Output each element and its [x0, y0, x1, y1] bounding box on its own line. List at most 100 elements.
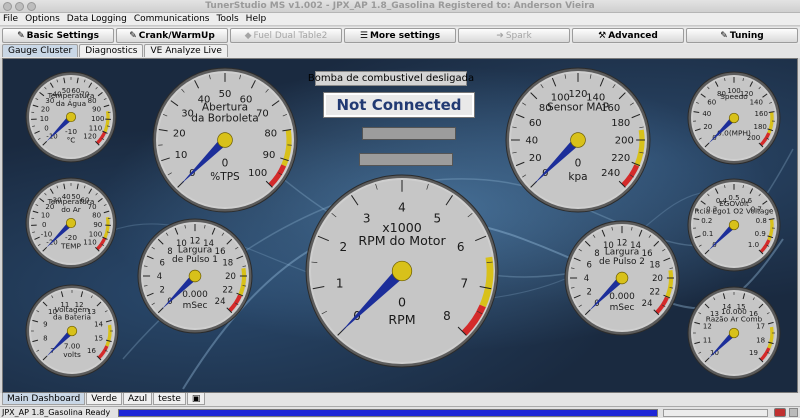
gauge-tick-label: 14: [94, 320, 103, 328]
tab-diagnostics[interactable]: Diagnostics: [79, 44, 144, 57]
gauge-speedometer[interactable]: 020406080100120140160180200Speedo0.0(MPH…: [686, 70, 782, 166]
tab-main-dashboard[interactable]: Main Dashboard: [2, 393, 86, 405]
tuning-label: Tuning: [729, 30, 764, 41]
gauge-tick-label: 24: [642, 299, 653, 309]
gauge-unit: kpa: [568, 171, 587, 183]
gauge-hub: [728, 112, 740, 124]
gauge-tick-label: 8: [43, 335, 47, 343]
progress-fill: [119, 410, 657, 416]
gauge-tick-label: 6: [160, 258, 165, 268]
gauge-title: Sensor MAP: [547, 101, 609, 113]
gauge-title: de Pulso 1: [172, 255, 218, 265]
connection-status: Not Connected: [323, 92, 475, 118]
gauge-tick-label: 10: [41, 211, 50, 219]
spark-label: Spark: [505, 30, 532, 41]
gauge-tick-label: 80: [92, 211, 101, 219]
gauge-tick-label: 4: [157, 272, 162, 282]
gauge-tick-label: 20: [173, 128, 186, 139]
tab-azul[interactable]: Azul: [122, 393, 153, 405]
afr-gauge-svg: 1011121314151617181910.000Razão Ar Comb: [687, 286, 781, 380]
gauge-value-readout: 0.000: [609, 292, 635, 302]
gauge-tick-label: 9: [43, 320, 47, 328]
tab-ve-analyze-live[interactable]: VE Analyze Live: [144, 44, 228, 57]
menu-file[interactable]: File: [3, 14, 18, 24]
gauge-tick-label: 100: [91, 115, 104, 123]
gauge-unit: %TPS: [210, 171, 240, 183]
basic-settings-button[interactable]: ✎ Basic Settings: [2, 28, 114, 43]
progress-bar: [118, 409, 658, 417]
gauge-tick-label: 90: [93, 221, 102, 229]
tab-verde[interactable]: Verde: [86, 393, 122, 405]
advanced-button[interactable]: ⚒ Advanced: [572, 28, 684, 43]
gauge-tick-label: 50: [219, 89, 232, 100]
gauge-tick-label: 100: [89, 230, 102, 238]
menu-help[interactable]: Help: [246, 14, 267, 24]
gauge-tick-label: 11: [703, 337, 712, 345]
tab-gauge-cluster[interactable]: Gauge Cluster: [2, 44, 79, 57]
gauge-tick-label: 10: [40, 115, 49, 123]
fuel-dual-table2-button[interactable]: ◆ Fuel Dual Table2: [230, 28, 342, 43]
air_temp-gauge-svg: -20-100102030405060708090100110Temperatu…: [25, 177, 117, 269]
gauge-tick-label: 2: [160, 286, 165, 296]
gauge-tick-label: 22: [649, 288, 660, 298]
fuel-dual-table2-label: Fuel Dual Table2: [253, 30, 328, 41]
gauge-tick-label: 19: [749, 349, 758, 357]
gauge-title: de Pulso 2: [599, 257, 645, 267]
gauge-unit: mSec: [610, 303, 635, 313]
gauge-throttle[interactable]: 0102030405060708090100Aberturada Borbole…: [151, 66, 299, 214]
crank-warmup-button[interactable]: ✎ Crank/WarmUp: [116, 28, 228, 43]
gauge-title: RPM do Motor: [358, 233, 446, 248]
gauge-rpm[interactable]: 012345678x1000RPM do Motor0RPM: [304, 173, 500, 369]
gauge-cluster-panel: -100102030405060708090100110120Temperatu…: [2, 58, 798, 393]
resize-grip-icon[interactable]: [789, 408, 798, 417]
gauge-tick-label: 60: [529, 118, 542, 129]
gauge-value-readout: 0.000: [182, 290, 208, 300]
gauge-pulse-width-1[interactable]: 024681012141618202224Largurade Pulso 10.…: [136, 217, 254, 335]
gauge-tick-label: 0: [42, 221, 46, 229]
gauge-tick-label: 220: [611, 153, 630, 164]
gauge-tick-label: 0.8: [756, 217, 767, 225]
gauge-value-readout: 0: [398, 294, 406, 309]
gauge-tick-label: 20: [225, 272, 236, 282]
gauge-battery-voltage[interactable]: 78910111213141516Voltagemda Bateria7.00v…: [24, 283, 120, 379]
gauge-title: do Ar: [61, 205, 82, 214]
menu-communications[interactable]: Communications: [134, 14, 210, 24]
gauge-hub: [391, 260, 413, 282]
gauge-hub: [615, 271, 629, 285]
gauge-hub: [65, 217, 77, 229]
menu-options[interactable]: Options: [25, 14, 60, 24]
gauge-tick-label: 18: [649, 260, 660, 270]
gauge-hub: [728, 327, 740, 339]
water_temp-gauge-svg: -100102030405060708090100110120Temperatu…: [25, 71, 117, 163]
gauge-hub: [217, 132, 233, 148]
spark-button[interactable]: ➜ Spark: [458, 28, 570, 43]
indicator-bar-2: [359, 153, 453, 166]
gauge-tick-label: -10: [41, 230, 52, 238]
advanced-label: Advanced: [608, 30, 658, 41]
gauge-hub: [570, 132, 586, 148]
title-bar: TunerStudio MS v1.002 - JPX_AP 1.8_Gasol…: [0, 0, 800, 13]
gauge-tick-label: 7: [461, 277, 469, 291]
gauge-water-temp[interactable]: -100102030405060708090100110120Temperatu…: [24, 70, 118, 164]
gauge-hub: [728, 219, 740, 231]
gauge-pulse-width-2[interactable]: 024681012141618202224Largurade Pulso 20.…: [563, 219, 681, 337]
record-icon[interactable]: [774, 408, 786, 417]
gauge-map-sensor[interactable]: 020406080100120140160180200220240Sensor …: [504, 66, 652, 214]
menu-data-logging[interactable]: Data Logging: [67, 14, 127, 24]
wrench-icon: ✎: [129, 30, 137, 41]
sliders-icon: ☰: [359, 30, 368, 41]
gauge-air-fuel-ratio[interactable]: 1011121314151617181910.000Razão Ar Comb: [686, 285, 782, 381]
tuning-button[interactable]: ✎ Tuning: [686, 28, 798, 43]
gauge-ego-voltage[interactable]: 00.10.20.30.40.50.60.70.80.91.0EGOVoltRc…: [686, 177, 782, 273]
gauge-tick-label: 10: [175, 150, 188, 161]
gauge-tick-label: 0: [44, 124, 48, 132]
tab-teste[interactable]: teste: [153, 393, 186, 405]
gauge-air-temp[interactable]: -20-100102030405060708090100110Temperatu…: [24, 176, 118, 270]
gauge-tick-label: 4: [584, 274, 589, 284]
crank-warmup-label: Crank/WarmUp: [138, 30, 215, 41]
new-dashboard-icon[interactable]: ▣: [186, 393, 206, 405]
status-bar: JPX_AP 1.8_Gasolina Ready: [0, 406, 800, 418]
menu-tools[interactable]: Tools: [217, 14, 239, 24]
gauge-tick-label: 1.0: [748, 241, 759, 249]
more-settings-button[interactable]: ☰ More settings: [344, 28, 456, 43]
